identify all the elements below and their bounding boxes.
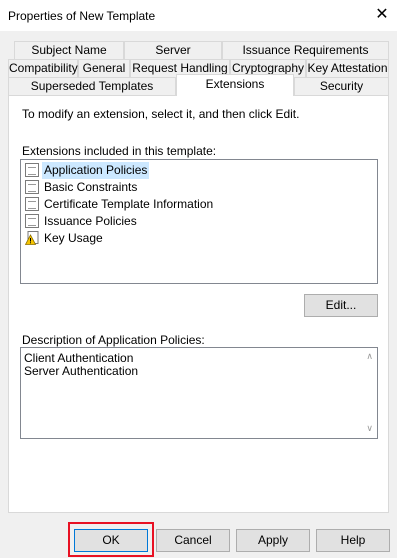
description-label: Description of Application Policies: [22,333,205,347]
extensions-list-label: Extensions included in this template: [22,144,217,158]
description-box[interactable]: Client Authentication Server Authenticat… [20,347,378,439]
warning-document-icon [24,231,39,245]
scroll-down-icon[interactable]: ∨ [366,423,373,434]
document-icon [25,180,39,194]
close-icon[interactable]: ✕ [372,5,392,25]
title-bar: Properties of New Template ✕ [0,0,397,31]
window-title: Properties of New Template [8,9,156,23]
document-icon [25,214,39,228]
cancel-button[interactable]: Cancel [156,529,230,552]
extension-label: Key Usage [44,231,103,245]
extension-label: Application Policies [42,162,150,179]
tab-compatibility[interactable]: Compatibility [8,59,78,77]
document-icon [25,197,39,211]
description-line: Server Authentication [24,364,139,378]
tab-key-attestation[interactable]: Key Attestation [306,59,389,77]
instruction-text: To modify an extension, select it, and t… [22,107,300,121]
edit-button[interactable]: Edit... [304,294,378,317]
tab-issuance-requirements[interactable]: Issuance Requirements [222,41,389,59]
ok-button[interactable]: OK [74,529,148,552]
extension-label: Certificate Template Information [44,197,214,211]
extension-label: Basic Constraints [44,180,138,194]
help-button[interactable]: Help [316,529,390,552]
tab-security[interactable]: Security [294,77,389,95]
apply-button[interactable]: Apply [236,529,310,552]
extension-label: Issuance Policies [44,214,137,228]
tab-subject-name[interactable]: Subject Name [14,41,124,59]
tab-superseded-templates[interactable]: Superseded Templates [8,77,176,95]
scroll-up-icon[interactable]: ∧ [366,351,373,362]
document-icon [25,163,39,177]
tab-general[interactable]: General [78,59,130,77]
extensions-list[interactable]: Application Policies Basic Constraints C… [20,159,378,284]
tab-server[interactable]: Server [124,41,222,59]
tab-extensions[interactable]: Extensions [176,74,294,96]
